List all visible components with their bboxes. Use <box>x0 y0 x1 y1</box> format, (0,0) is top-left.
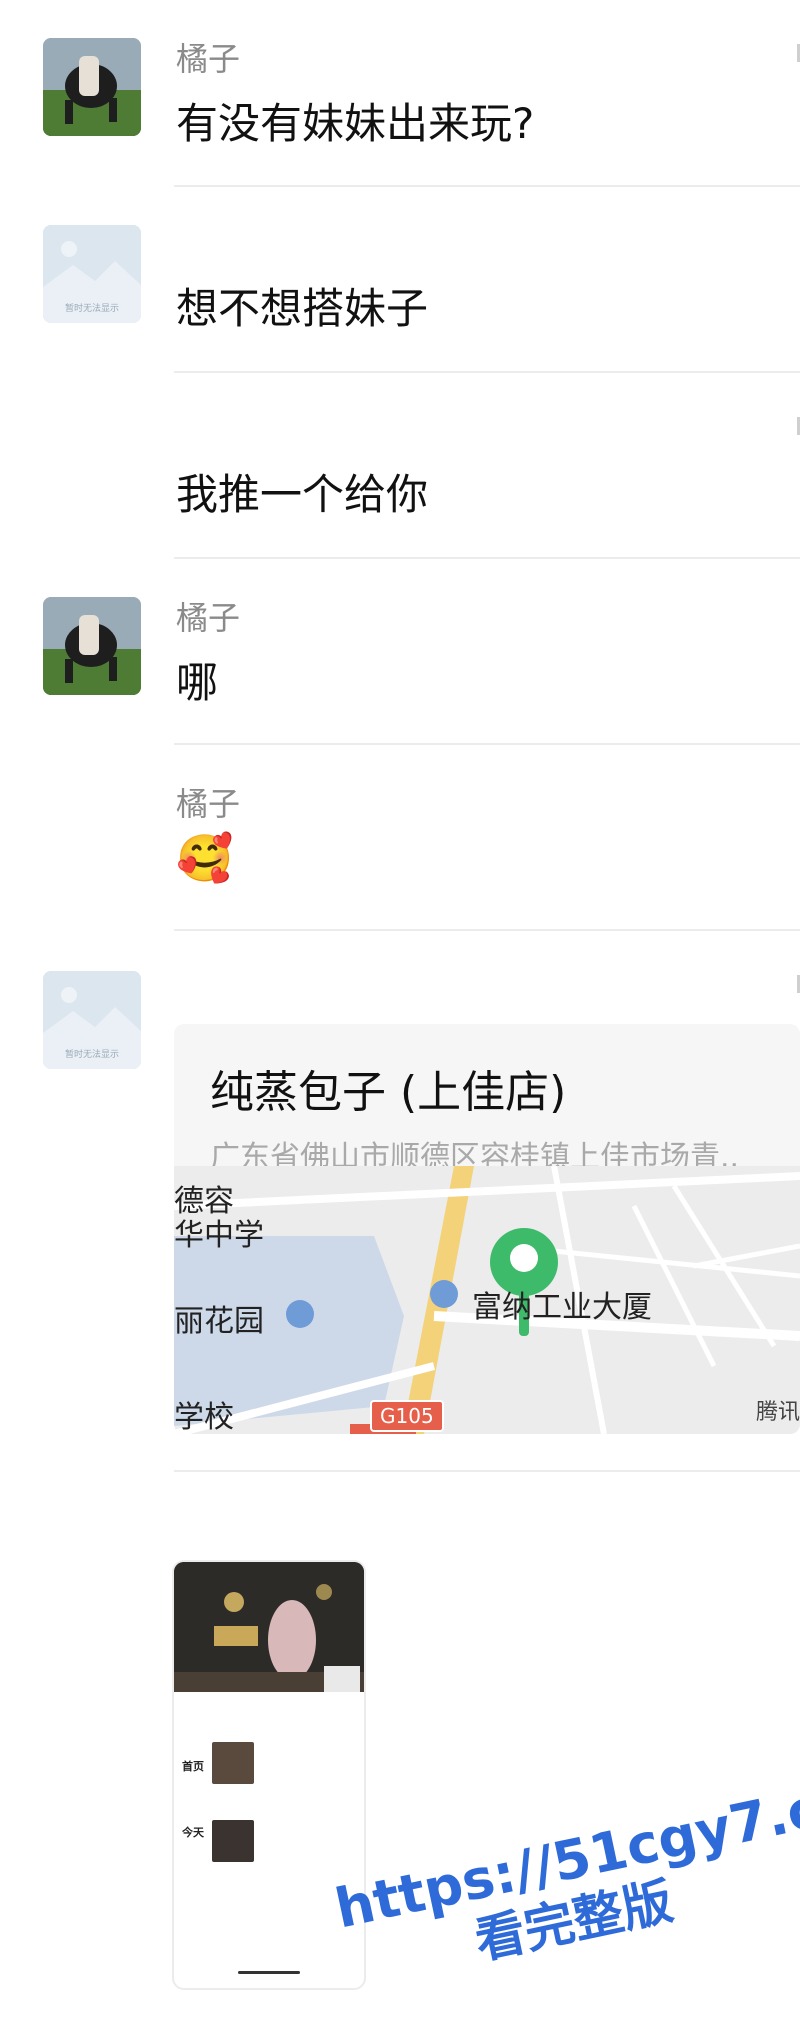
message-text[interactable]: 哪 <box>176 649 218 710</box>
map-label: 华中学 <box>174 1218 264 1253</box>
watermark: https://51cgy7.com 看完整版 <box>330 1757 800 2036</box>
chat-message-1: 橘子 有没有妹妹出来玩? <box>0 0 800 186</box>
sender-name: 橘子 <box>176 599 241 637</box>
avatar-photo-icon <box>43 597 141 695</box>
avatar[interactable]: 暂时无法显示 <box>43 225 141 323</box>
svg-text:暂时无法显示: 暂时无法显示 <box>65 302 119 314</box>
map-label: 学校 <box>174 1400 234 1434</box>
map-label: 富纳工业大厦 <box>472 1290 652 1325</box>
map-preview[interactable]: 德容 华中学 丽花园 富纳工业大厦 学校 G105 腾讯 <box>174 1166 800 1434</box>
photo-icon <box>174 1562 364 1692</box>
map-provider-logo: 腾讯 <box>755 1400 800 1425</box>
location-card[interactable]: 纯蒸包子 (上佳店) 广东省佛山市顺德区容桂镇上佳市场青.. 德容 华中学 丽花… <box>174 1024 800 1434</box>
location-title: 纯蒸包子 (上佳店) <box>210 1067 567 1118</box>
thumb-image <box>212 1820 254 1862</box>
chat-message-5: 橘子 🥰 <box>0 745 800 931</box>
divider <box>174 1470 800 1472</box>
map-label: 丽花园 <box>174 1304 264 1339</box>
shared-screenshot[interactable]: 首页 今天 <box>174 1562 364 1988</box>
avatar[interactable] <box>43 597 141 695</box>
thumb-section-label: 今天 <box>182 1826 204 1839</box>
message-text[interactable]: 我推一个给你 <box>176 461 428 522</box>
sender-name: 橘子 <box>176 40 241 78</box>
avatar-photo-icon <box>43 38 141 136</box>
thumb-section-label: 首页 <box>182 1760 204 1773</box>
image-placeholder-icon: 暂时无法显示 <box>43 225 141 323</box>
svg-text:暂时无法显示: 暂时无法显示 <box>65 1048 119 1060</box>
chat-message-2: 暂时无法显示 想不想搭妹子 <box>0 187 800 373</box>
avatar[interactable] <box>43 38 141 136</box>
message-text[interactable]: 想不想搭妹子 <box>176 275 428 336</box>
chat-message-4: 橘子 哪 <box>0 559 800 745</box>
road-badge: G105 <box>370 1400 444 1432</box>
chat-message-3: 我推一个给你 <box>0 373 800 559</box>
home-indicator <box>238 1971 300 1974</box>
emoji-message[interactable]: 🥰 <box>176 831 233 886</box>
message-text[interactable]: 有没有妹妹出来玩? <box>176 90 534 151</box>
thumb-image <box>212 1742 254 1784</box>
screenshot-photo <box>174 1562 364 1692</box>
image-placeholder-icon: 暂时无法显示 <box>43 971 141 1069</box>
avatar[interactable]: 暂时无法显示 <box>43 971 141 1069</box>
sender-name: 橘子 <box>176 785 241 823</box>
